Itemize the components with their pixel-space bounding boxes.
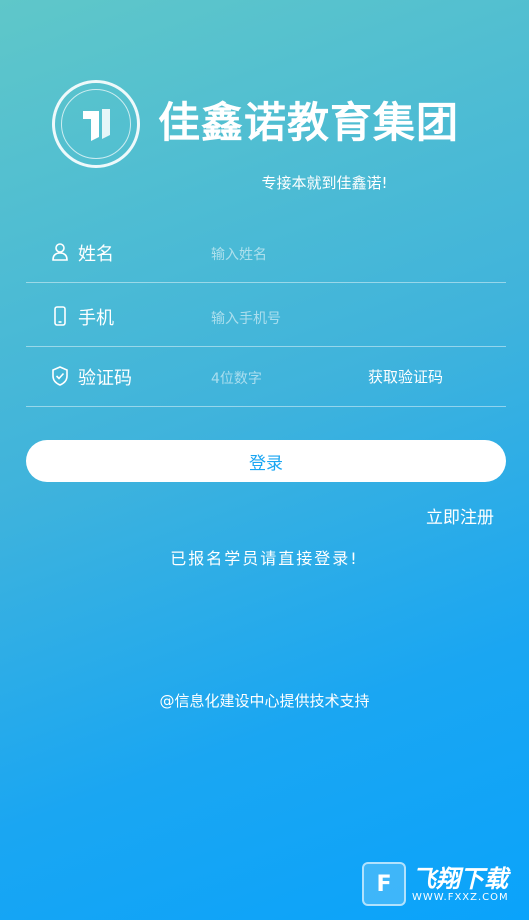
login-button[interactable]: 登录: [26, 440, 506, 482]
code-label: 验证码: [78, 368, 132, 389]
name-label: 姓名: [78, 244, 114, 265]
code-field[interactable]: 验证码 4位数字 获取验证码: [26, 346, 506, 407]
logo-mark-icon: [83, 109, 110, 141]
phone-icon: [54, 306, 66, 326]
user-icon: [52, 243, 68, 261]
shield-icon: [52, 366, 68, 386]
watermark-url: WWW.FXXZ.COM: [412, 891, 509, 903]
logo: [52, 80, 140, 168]
phone-input[interactable]: 输入手机号: [211, 308, 281, 328]
name-input[interactable]: 输入姓名: [211, 244, 267, 264]
footer-support-text: @信息化建设中心提供技术支持: [159, 692, 370, 710]
code-input[interactable]: 4位数字: [211, 368, 262, 388]
watermark: F 飞翔下载 WWW.FXXZ.COM: [362, 858, 522, 910]
watermark-text: 飞翔下载: [412, 864, 508, 893]
register-link[interactable]: 立即注册: [426, 503, 494, 528]
phone-field[interactable]: 手机 输入手机号: [26, 286, 506, 347]
brand-name: 佳鑫诺教育集团: [158, 98, 460, 147]
get-code-button[interactable]: 获取验证码: [368, 366, 443, 387]
login-notice: 已报名学员请直接登录!: [170, 549, 359, 568]
slogan: 专接本就到佳鑫诺!: [261, 174, 388, 192]
logo-emblem: [52, 80, 140, 168]
name-field[interactable]: 姓名 输入姓名: [26, 222, 506, 283]
watermark-badge: F: [362, 862, 406, 906]
phone-label: 手机: [78, 308, 114, 329]
